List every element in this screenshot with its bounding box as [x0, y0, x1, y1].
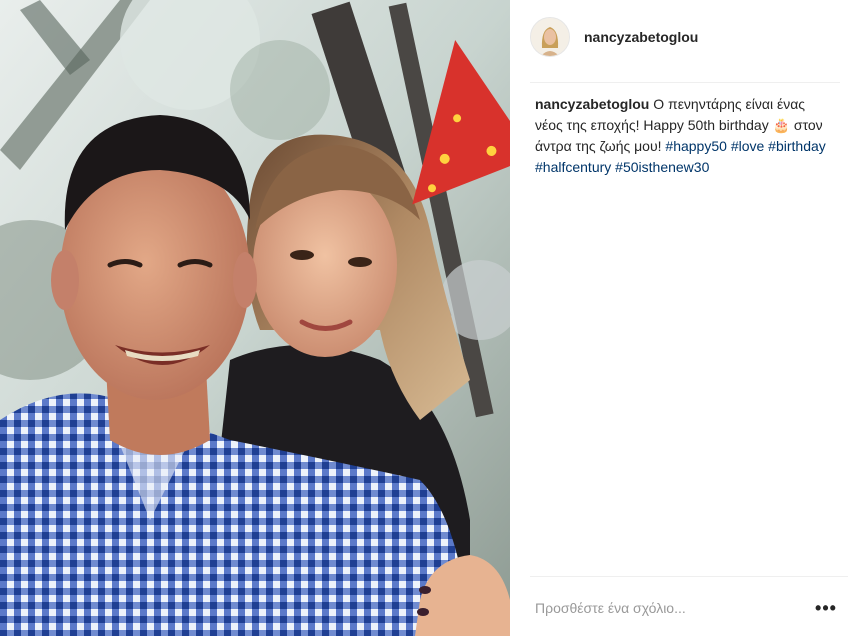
hashtag-50isthenew30[interactable]: #50isthenew30: [615, 159, 709, 175]
cake-emoji-icon: 🎂: [772, 117, 791, 133]
caption-username[interactable]: nancyzabetoglou: [535, 96, 649, 112]
more-options-button[interactable]: •••: [812, 596, 840, 620]
avatar-icon: [531, 18, 569, 56]
post-header: nancyzabetoglou: [530, 15, 850, 59]
selfie-image: [0, 0, 510, 636]
more-options-icon: •••: [815, 597, 837, 618]
comment-input[interactable]: [535, 600, 812, 616]
comment-bar: •••: [535, 590, 840, 626]
post-photo[interactable]: [0, 0, 510, 636]
username-link[interactable]: nancyzabetoglou: [584, 29, 698, 45]
post-caption: nancyzabetoglou Ο πενηντάρης είναι ένας …: [535, 94, 835, 178]
hashtag-halfcentury[interactable]: #halfcentury: [535, 159, 611, 175]
post-sidebar: nancyzabetoglou nancyzabetoglou Ο πενηντ…: [510, 0, 860, 636]
hashtag-love[interactable]: #love: [731, 138, 764, 154]
header-divider: [530, 82, 840, 83]
hashtag-happy50[interactable]: #happy50: [665, 138, 727, 154]
avatar[interactable]: [530, 17, 570, 57]
hashtag-birthday[interactable]: #birthday: [768, 138, 826, 154]
comment-divider: [530, 576, 848, 577]
